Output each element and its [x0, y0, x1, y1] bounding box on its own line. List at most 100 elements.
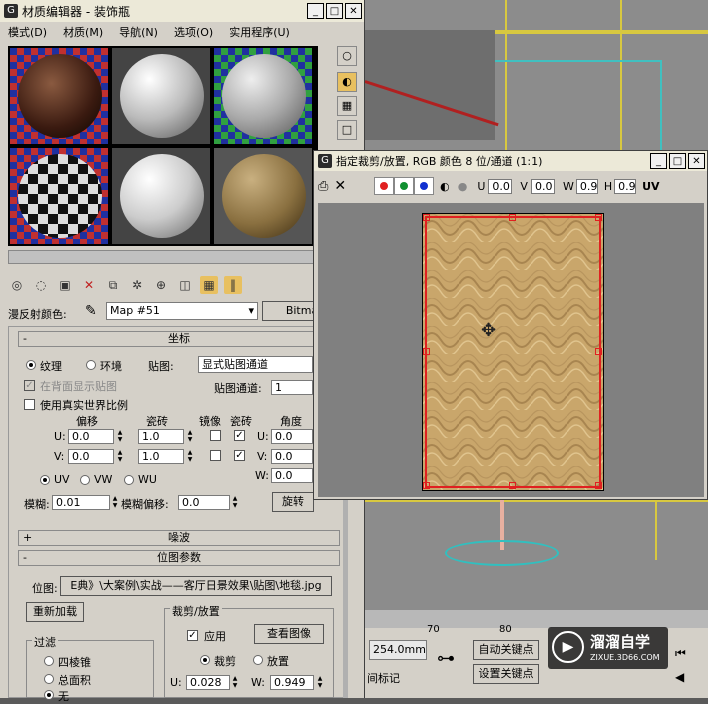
- mapping-select[interactable]: 显式贴图通道: [198, 356, 313, 373]
- w-angle-field[interactable]: 0.0: [271, 468, 313, 483]
- clear-icon[interactable]: ✕: [334, 178, 346, 194]
- crop-handle-bl[interactable]: [423, 482, 430, 489]
- blue-channel-button[interactable]: [414, 177, 435, 195]
- crop-u-spinner[interactable]: ▲ ▼: [231, 675, 239, 690]
- show-map-icon[interactable]: ▦: [200, 276, 218, 294]
- crop-handle-t[interactable]: [509, 214, 516, 221]
- sample-slot-1[interactable]: [10, 48, 108, 144]
- reload-button[interactable]: 重新加载: [26, 602, 84, 622]
- coordinate-field[interactable]: 254.0mm: [369, 640, 427, 660]
- crop-maximize-button[interactable]: □: [669, 153, 686, 169]
- copy-material-icon[interactable]: ⧉: [104, 276, 122, 294]
- v-tiling-spinner[interactable]: ▲ ▼: [186, 449, 194, 464]
- sample-scrollbar[interactable]: [8, 250, 316, 264]
- crop-w-spinner[interactable]: ▲ ▼: [316, 675, 324, 690]
- eyedropper-icon[interactable]: ✎: [85, 303, 97, 319]
- map-name-field[interactable]: Map #51 ▾: [106, 302, 258, 320]
- set-key-button[interactable]: 设置关键点: [473, 664, 539, 684]
- menu-navigation[interactable]: 导航(N): [119, 24, 158, 40]
- sample-uv-icon[interactable]: □: [337, 120, 357, 140]
- show-back-checkbox[interactable]: ✓: [24, 380, 35, 391]
- crop-handle-br[interactable]: [595, 482, 602, 489]
- crop-w-field[interactable]: 0.949: [270, 675, 314, 690]
- u-offset-field[interactable]: 0.0: [68, 429, 114, 444]
- texture-radio[interactable]: [26, 360, 36, 370]
- bitmap-path-button[interactable]: E典》\大案例\实战——客厅日景效果\贴图\地毯.jpg: [60, 576, 332, 596]
- menu-material[interactable]: 材质(M): [63, 24, 103, 40]
- crop-close-button[interactable]: ✕: [688, 153, 705, 169]
- coordinates-rollout[interactable]: - 坐标: [18, 331, 340, 347]
- green-channel-button[interactable]: [394, 177, 415, 195]
- crop-v-value-field[interactable]: 0.0: [530, 178, 555, 194]
- menu-mode[interactable]: 模式(D): [8, 24, 47, 40]
- v-offset-field[interactable]: 0.0: [68, 449, 114, 464]
- uv-radio[interactable]: [40, 475, 50, 485]
- menu-options[interactable]: 选项(O): [174, 24, 213, 40]
- filter-summed-radio[interactable]: [44, 674, 54, 684]
- material-id-icon[interactable]: ◫: [176, 276, 194, 294]
- prev-frame-icon[interactable]: ⏮: [675, 646, 686, 661]
- mono-icon[interactable]: ◐: [440, 180, 450, 193]
- filter-none-radio[interactable]: [44, 690, 54, 700]
- v-tile-checkbox[interactable]: ✓: [234, 450, 245, 461]
- alpha-icon[interactable]: ●: [458, 180, 468, 193]
- real-world-checkbox[interactable]: [24, 399, 35, 410]
- reset-icon[interactable]: ✕: [80, 276, 98, 294]
- carpet-texture-image[interactable]: ✥: [422, 213, 604, 491]
- view-image-button[interactable]: 查看图像: [254, 624, 324, 644]
- assign-material-icon[interactable]: ▣: [56, 276, 74, 294]
- sample-slot-6[interactable]: [214, 148, 312, 244]
- maximize-button[interactable]: □: [326, 3, 343, 19]
- v-offset-spinner[interactable]: ▲ ▼: [116, 449, 124, 464]
- close-button[interactable]: ✕: [345, 3, 362, 19]
- v-mirror-checkbox[interactable]: [210, 450, 221, 461]
- vw-radio[interactable]: [80, 475, 90, 485]
- filter-pyramidal-radio[interactable]: [44, 656, 54, 666]
- red-channel-button[interactable]: [374, 177, 395, 195]
- blur-offset-spinner[interactable]: ▲ ▼: [231, 495, 239, 510]
- u-tile-checkbox[interactable]: ✓: [234, 430, 245, 441]
- auto-key-button[interactable]: 自动关键点: [473, 640, 539, 660]
- place-radio[interactable]: [253, 655, 263, 665]
- crop-handle-l[interactable]: [423, 348, 430, 355]
- rotate-button[interactable]: 旋转: [272, 492, 314, 512]
- u-tiling-field[interactable]: 1.0: [138, 429, 184, 444]
- apply-checkbox[interactable]: ✓: [187, 630, 198, 641]
- v-tiling-field[interactable]: 1.0: [138, 449, 184, 464]
- next-frame-icon[interactable]: ◀: [675, 670, 684, 684]
- crop-handle-tr[interactable]: [595, 214, 602, 221]
- crop-w-value-field[interactable]: 0.9: [575, 178, 598, 194]
- crop-handle-tl[interactable]: [423, 214, 430, 221]
- put-to-scene-icon[interactable]: ◌: [32, 276, 50, 294]
- background-icon[interactable]: ▦: [337, 96, 357, 116]
- crop-radio[interactable]: [200, 655, 210, 665]
- blur-spinner[interactable]: ▲ ▼: [111, 495, 119, 510]
- show-end-result-icon[interactable]: ‖: [224, 276, 242, 294]
- u-tiling-spinner[interactable]: ▲ ▼: [186, 429, 194, 444]
- crop-u-value-field[interactable]: 0.0: [488, 178, 513, 194]
- key-icon[interactable]: ⊶: [437, 648, 455, 669]
- print-icon[interactable]: ⎙: [318, 179, 328, 194]
- environment-radio[interactable]: [86, 360, 96, 370]
- crop-handle-r[interactable]: [595, 348, 602, 355]
- put-library-icon[interactable]: ⊕: [152, 276, 170, 294]
- make-unique-icon[interactable]: ✲: [128, 276, 146, 294]
- get-material-icon[interactable]: ◎: [8, 276, 26, 294]
- u-offset-spinner[interactable]: ▲ ▼: [116, 429, 124, 444]
- map-channel-field[interactable]: 1: [271, 380, 313, 395]
- bitmap-params-rollout[interactable]: - 位图参数: [18, 550, 340, 566]
- v-angle-field[interactable]: 0.0: [271, 449, 313, 464]
- u-mirror-checkbox[interactable]: [210, 430, 221, 441]
- sample-type-icon[interactable]: ○: [337, 46, 357, 66]
- crop-h-value-field[interactable]: 0.9: [614, 178, 637, 194]
- blur-field[interactable]: 0.01: [52, 495, 110, 510]
- minimize-button[interactable]: _: [307, 3, 324, 19]
- sample-slot-5[interactable]: [112, 148, 210, 244]
- time-ruler[interactable]: [365, 610, 708, 628]
- crop-handle-b[interactable]: [509, 482, 516, 489]
- u-angle-field[interactable]: 0.0: [271, 429, 313, 444]
- crop-minimize-button[interactable]: _: [650, 153, 667, 169]
- wu-radio[interactable]: [124, 475, 134, 485]
- sample-slot-4[interactable]: [10, 148, 108, 244]
- crop-u-field[interactable]: 0.028: [186, 675, 230, 690]
